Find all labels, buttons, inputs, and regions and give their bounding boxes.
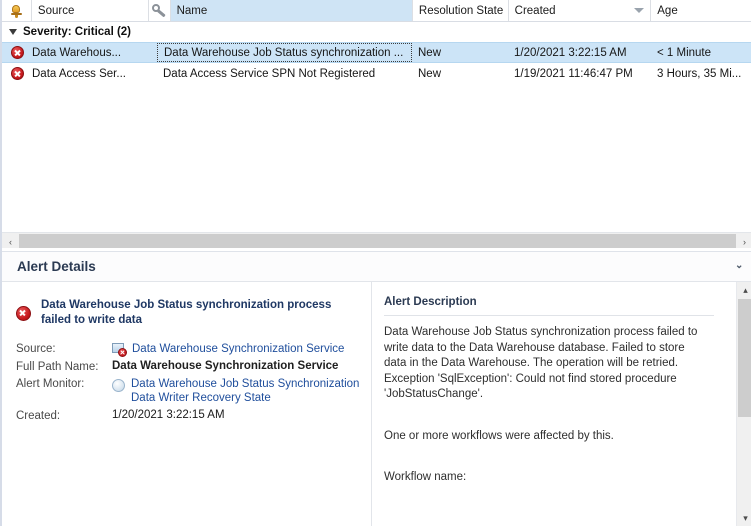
row-resolution-state-cell: New bbox=[412, 63, 508, 84]
field-value-source[interactable]: Data Warehouse Synchronization Service bbox=[112, 342, 363, 357]
table-row[interactable]: Data Warehous... Data Warehouse Job Stat… bbox=[2, 42, 751, 63]
sort-descending-icon bbox=[634, 8, 645, 13]
column-header-name-icon[interactable] bbox=[149, 0, 171, 21]
row-age-cell: < 1 Minute bbox=[651, 43, 751, 62]
row-source-cell: Data Warehous... bbox=[32, 43, 157, 62]
group-header-severity-critical[interactable]: Severity: Critical (2) bbox=[2, 22, 751, 42]
column-header-created-label: Created bbox=[514, 4, 556, 17]
alert-title-row: Data Warehouse Job Status synchronizatio… bbox=[16, 298, 371, 328]
error-icon bbox=[16, 306, 31, 321]
row-source-label: Data Access Ser... bbox=[32, 67, 126, 80]
column-header-source-label: Source bbox=[37, 4, 75, 17]
row-source-cell: Data Access Ser... bbox=[32, 63, 157, 84]
row-created-cell: 1/19/2021 11:46:47 PM bbox=[508, 63, 651, 84]
row-resolution-state-label: New bbox=[418, 46, 442, 59]
field-label-alert-monitor: Alert Monitor: bbox=[16, 378, 85, 390]
vertical-scroll-thumb[interactable] bbox=[738, 299, 751, 417]
caret-down-icon: ▾ bbox=[743, 513, 748, 523]
field-label-created: Created: bbox=[16, 410, 61, 422]
alert-description-pane: Alert Description Data Warehouse Job Sta… bbox=[372, 282, 751, 526]
column-header-created[interactable]: Created bbox=[509, 0, 652, 21]
column-header-resolution-state-label: Resolution State bbox=[418, 4, 504, 17]
row-age-cell: 3 Hours, 35 Mi... bbox=[651, 63, 751, 84]
field-value-alert-monitor-link[interactable]: Data Warehouse Job Status Synchronizatio… bbox=[131, 377, 361, 405]
row-source-label: Data Warehous... bbox=[32, 46, 122, 59]
grid-rows: Data Warehous... Data Warehouse Job Stat… bbox=[2, 42, 751, 84]
details-vertical-scrollbar[interactable]: ▴ ▾ bbox=[736, 282, 751, 526]
row-resolution-state-cell: New bbox=[412, 43, 508, 62]
row-name-cell[interactable]: Data Access Service SPN Not Registered bbox=[157, 63, 412, 84]
horizontal-scroll-thumb[interactable] bbox=[19, 234, 736, 249]
field-value-created-text: 1/20/2021 3:22:15 AM bbox=[112, 409, 225, 421]
row-age-label: 3 Hours, 35 Mi... bbox=[657, 67, 742, 80]
error-icon bbox=[10, 46, 24, 59]
alert-details-pane: Alert Details ⌄ Data Warehouse Job Statu… bbox=[2, 252, 751, 526]
field-value-full-path-name: Data Warehouse Synchronization Service bbox=[112, 360, 363, 373]
field-label-full-path-name: Full Path Name: bbox=[16, 361, 99, 373]
alert-description-workflows-text: One or more workflows were affected by t… bbox=[384, 429, 614, 442]
service-error-icon bbox=[112, 343, 127, 357]
alert-summary-pane: Data Warehouse Job Status synchronizatio… bbox=[2, 282, 372, 526]
expand-collapse-icon[interactable] bbox=[9, 29, 17, 35]
field-value-source-link[interactable]: Data Warehouse Synchronization Service bbox=[132, 342, 344, 356]
alert-details-title: Alert Details bbox=[17, 259, 96, 274]
alerts-grid: Source Name Resolution State Created Age bbox=[2, 0, 751, 228]
row-age-label: < 1 Minute bbox=[657, 46, 712, 59]
alerts-view: Source Name Resolution State Created Age bbox=[0, 0, 751, 526]
caret-up-icon: ▴ bbox=[743, 285, 748, 295]
column-header-source[interactable]: Source bbox=[32, 0, 149, 21]
row-severity-icon-cell bbox=[2, 43, 32, 62]
alert-details-body: Data Warehouse Job Status synchronizatio… bbox=[2, 282, 751, 526]
field-value-alert-monitor[interactable]: Data Warehouse Job Status Synchronizatio… bbox=[112, 377, 363, 405]
column-header-name-label: Name bbox=[176, 4, 208, 17]
row-severity-icon-cell bbox=[2, 63, 32, 84]
bell-icon bbox=[9, 4, 23, 18]
group-header-label: Severity: Critical (2) bbox=[23, 26, 132, 38]
field-value-full-path-name-text: Data Warehouse Synchronization Service bbox=[112, 360, 339, 372]
alert-details-header: Alert Details ⌄ bbox=[2, 252, 751, 282]
row-name-cell[interactable]: Data Warehouse Job Status synchronizatio… bbox=[157, 43, 412, 62]
monitor-icon bbox=[112, 379, 125, 392]
row-resolution-state-label: New bbox=[418, 67, 442, 80]
description-divider bbox=[384, 315, 714, 316]
row-created-cell: 1/20/2021 3:22:15 AM bbox=[508, 43, 651, 62]
error-icon bbox=[10, 67, 24, 80]
scroll-down-button[interactable]: ▾ bbox=[737, 510, 751, 526]
row-created-label: 1/20/2021 3:22:15 AM bbox=[514, 46, 627, 59]
field-value-created: 1/20/2021 3:22:15 AM bbox=[112, 409, 363, 422]
chevron-down-icon[interactable]: ⌄ bbox=[735, 261, 744, 271]
wrench-icon bbox=[152, 3, 166, 18]
column-header-age-label: Age bbox=[657, 4, 678, 17]
alert-name-heading: Data Warehouse Job Status synchronizatio… bbox=[41, 299, 332, 326]
chevron-left-icon: ‹ bbox=[9, 236, 12, 247]
column-header-alert-icon[interactable] bbox=[2, 0, 32, 21]
table-row[interactable]: Data Access Ser... Data Access Service S… bbox=[2, 63, 751, 84]
field-label-source: Source: bbox=[16, 343, 56, 355]
alert-description-title: Alert Description bbox=[384, 296, 477, 308]
chevron-right-icon: › bbox=[743, 236, 746, 247]
row-name-label: Data Access Service SPN Not Registered bbox=[163, 67, 376, 80]
column-header-age[interactable]: Age bbox=[651, 0, 751, 21]
grid-column-header-row: Source Name Resolution State Created Age bbox=[2, 0, 751, 22]
alert-description-text: Data Warehouse Job Status synchronizatio… bbox=[384, 326, 698, 400]
column-header-name[interactable]: Name bbox=[170, 0, 413, 21]
vertical-scroll-track[interactable] bbox=[737, 299, 751, 510]
row-name-label: Data Warehouse Job Status synchronizatio… bbox=[164, 46, 404, 59]
alert-properties-list: Source: Data Warehouse Synchronization S… bbox=[16, 342, 371, 422]
column-header-resolution-state[interactable]: Resolution State bbox=[413, 0, 509, 21]
row-created-label: 1/19/2021 11:46:47 PM bbox=[514, 67, 633, 80]
scroll-up-button[interactable]: ▴ bbox=[737, 282, 751, 299]
alert-description-workflow-name-label: Workflow name: bbox=[384, 471, 467, 483]
